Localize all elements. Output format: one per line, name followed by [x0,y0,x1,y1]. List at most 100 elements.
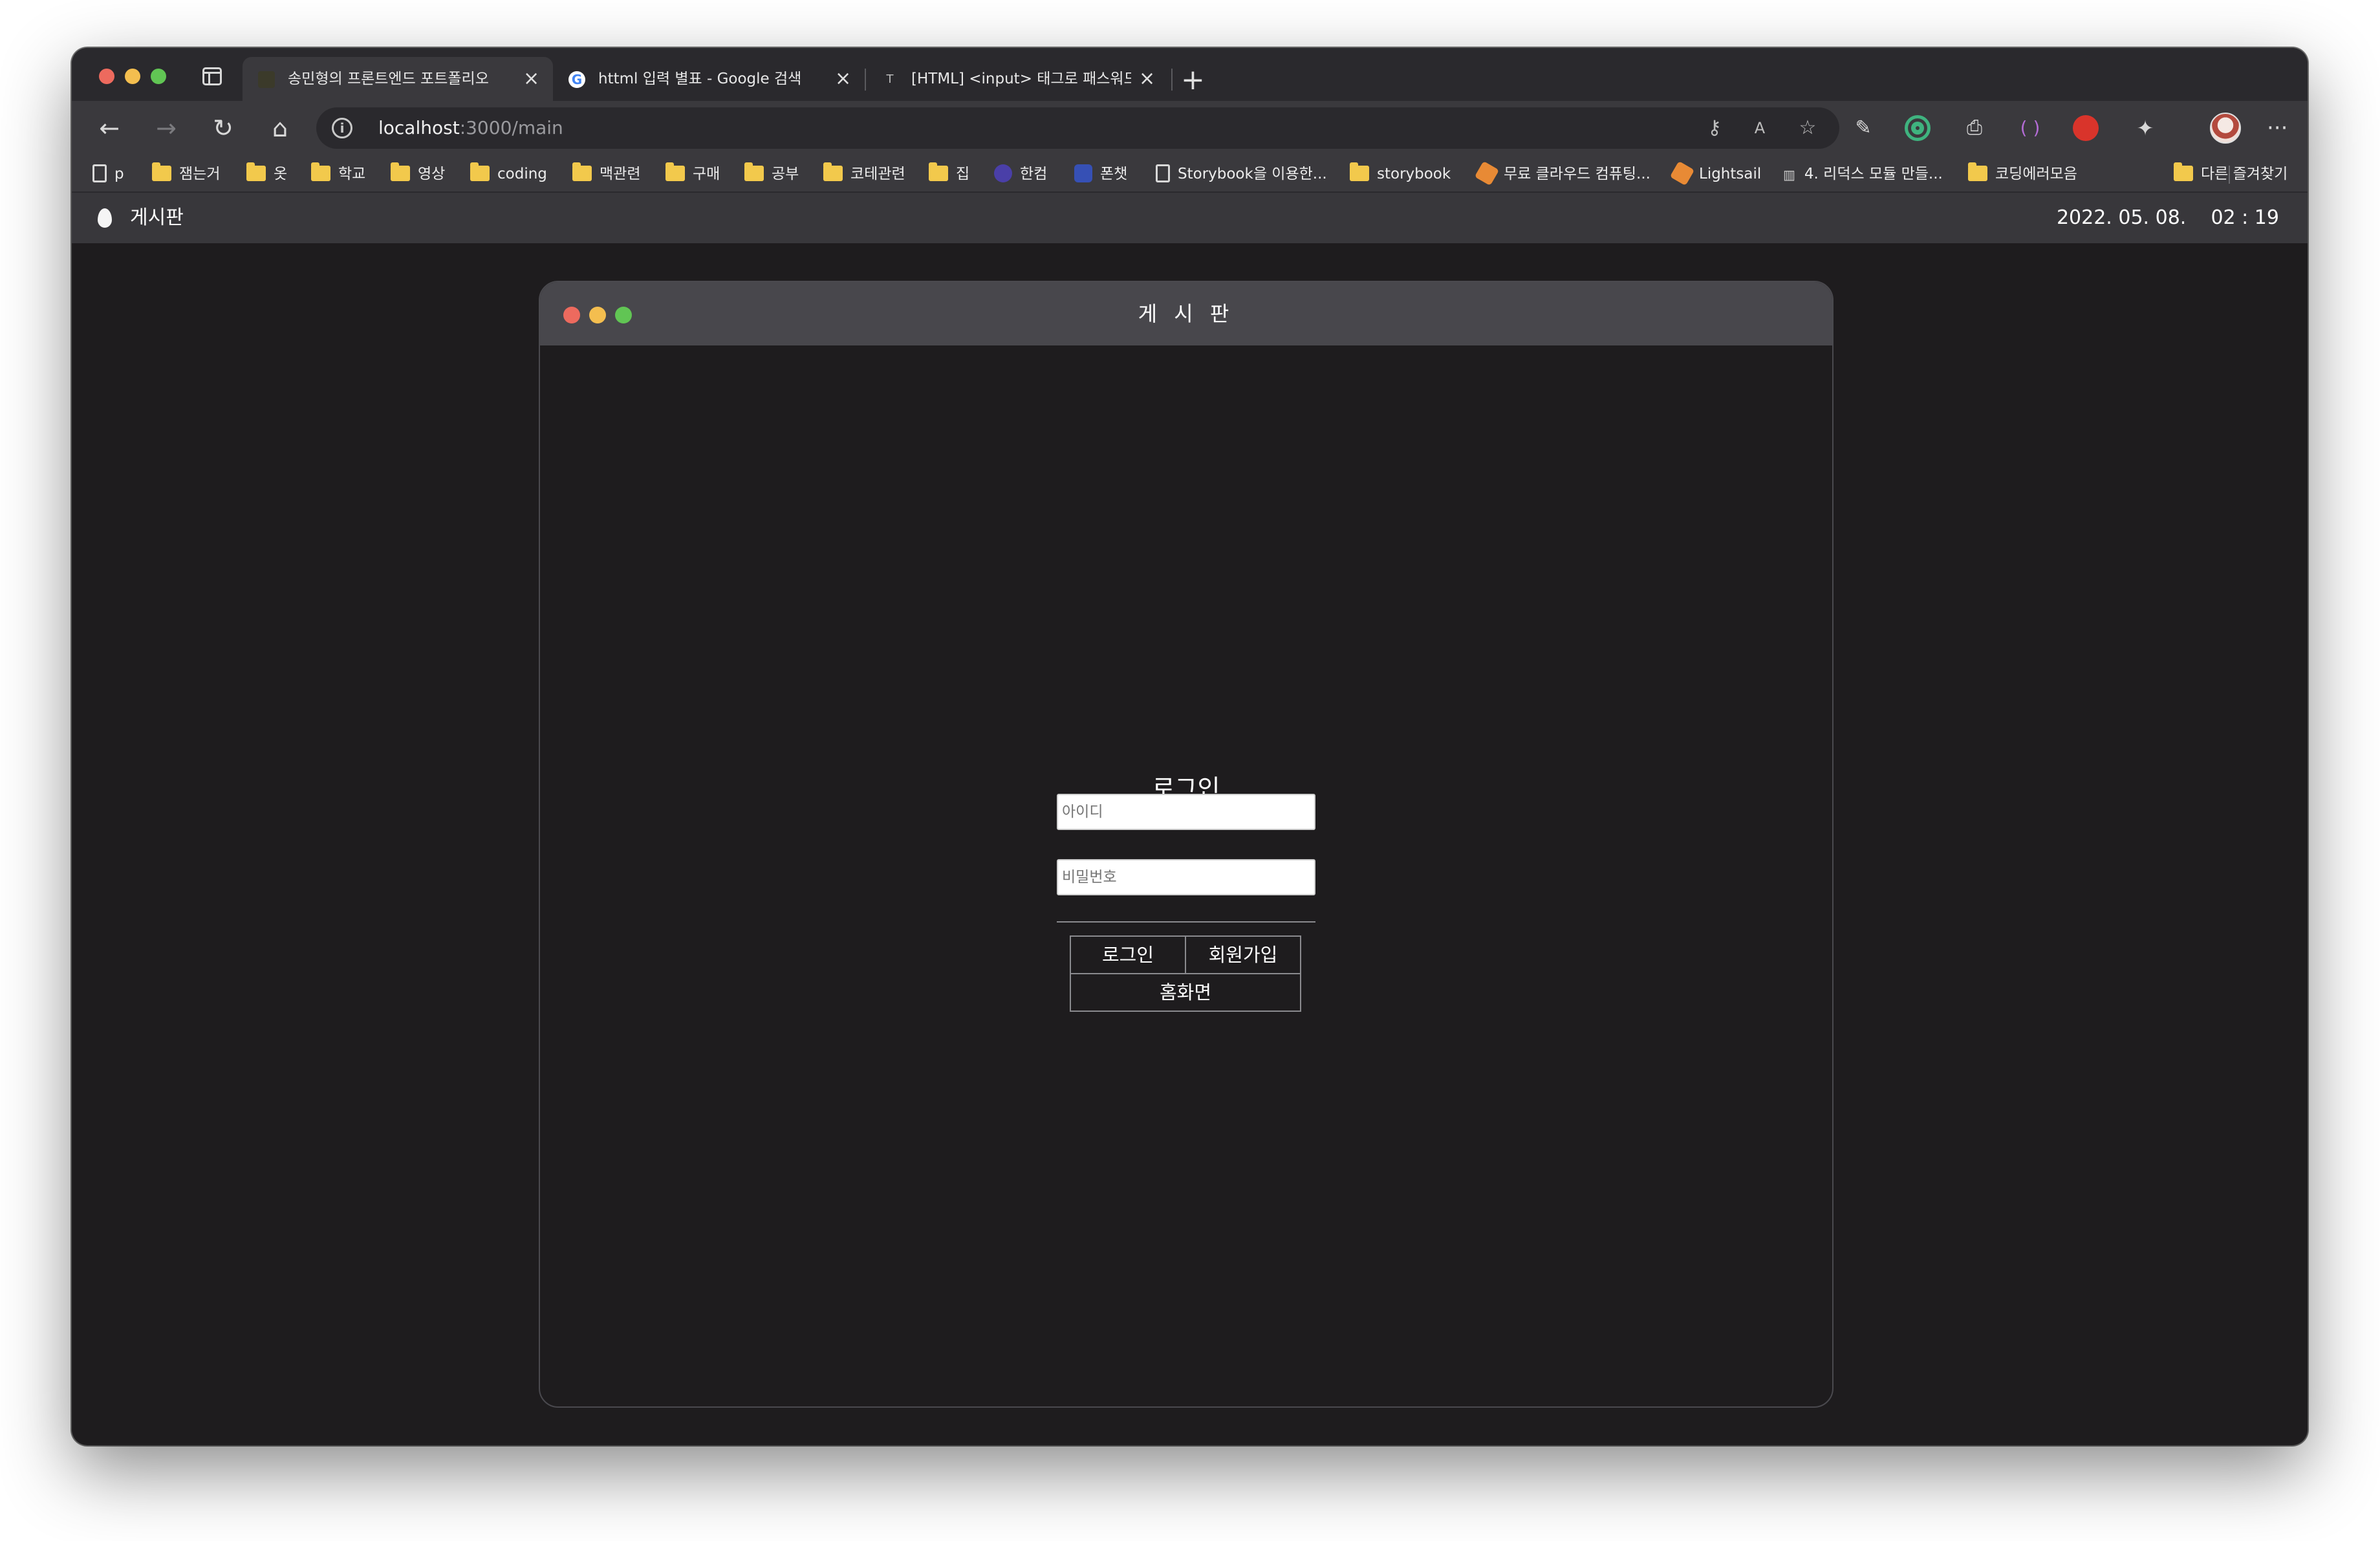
bookmark-label: 옷 [274,166,288,182]
bookmark-label: Storybook을 이용한... [1178,166,1327,182]
drop-logo-icon[interactable] [98,208,112,228]
window-minimize-button[interactable] [125,69,140,84]
bookmark-label: 집 [956,166,970,182]
bookmark-label: 코딩에러모음 [1995,166,2077,182]
site-info-icon[interactable]: i [332,118,352,138]
password-input[interactable] [1057,859,1315,895]
app-header: 게시판 2022. 05. 08. 02 : 19 [72,193,2308,243]
window-zoom-button[interactable] [151,69,166,84]
bookmark-label: 맥관련 [600,166,641,182]
bookmark-folder[interactable]: 구매 [665,155,720,193]
bookmark-item[interactable]: p [92,155,124,193]
bookmark-folder[interactable]: 맥관련 [572,155,640,193]
reload-icon[interactable]: ↻ [208,113,239,144]
bookmark-item[interactable]: 폰챗 [1074,155,1127,193]
url-path: :3000/main [459,117,563,138]
folder-icon [2174,162,2193,181]
forward-arrow-icon[interactable]: → [151,113,182,144]
back-arrow-icon[interactable]: ← [94,113,125,144]
tab-strip: 송민형의 프론트엔드 포트폴리오 × G httml 입력 별표 - Googl… [72,48,2308,101]
phonechat-icon [1074,164,1092,182]
pen-extension-icon[interactable]: ✎ [1848,113,1879,144]
address-bar[interactable]: i localhost:3000/main ⚷ A ☆ [316,107,1839,149]
bookmark-label: 잼는거 [179,166,221,182]
target-extension-icon[interactable] [1905,115,1931,141]
bookmark-folder[interactable]: 옷 [246,155,287,193]
tab-actions-icon[interactable] [202,67,222,85]
portfolio-favicon-icon [258,71,275,88]
tab-html-input[interactable]: T [HTML] <input> 태그로 패스워드 × [866,57,1176,101]
folder-icon [823,162,843,181]
close-icon[interactable]: × [1139,57,1155,101]
aws-icon [1474,160,1500,186]
bookmark-label: storybook [1377,166,1451,182]
bookmark-label: 무료 클라우드 컴퓨팅... [1504,166,1650,182]
browser-window: 송민형의 프론트엔드 포트폴리오 × G httml 입력 별표 - Googl… [72,48,2308,1445]
bookmark-label: 구매 [693,166,720,182]
bookmark-item[interactable]: 무료 클라우드 컴퓨팅... [1474,155,1650,193]
bookmark-folder[interactable]: 코딩에러모음 [1968,155,2077,193]
home-icon[interactable]: ⌂ [265,113,296,144]
bookmark-label: 영상 [418,166,446,182]
bookmark-item[interactable]: ▥ 4. 리덕스 모듈 만들... [1783,155,1943,193]
close-icon[interactable]: × [523,57,539,101]
stop-extension-icon[interactable] [2073,115,2099,141]
bookmark-label: p [114,166,124,182]
read-aloud-icon[interactable]: A [1747,115,1773,141]
folder-icon [152,162,171,181]
tab-title: 송민형의 프론트엔드 포트폴리오 [288,71,489,87]
tab-google-search[interactable]: G httml 입력 별표 - Google 검색 × [553,57,863,101]
login-button[interactable]: 로그인 [1070,935,1186,974]
extensions-puzzle-icon[interactable]: ✦ [2130,113,2161,144]
folder-icon [572,162,592,181]
new-tab-button[interactable]: + [1181,61,1205,100]
folder-icon [311,162,330,181]
bookmark-label: 코테관련 [850,166,905,182]
board-window-title: 게 시 판 [1138,301,1235,326]
google-favicon-icon: G [568,71,585,88]
tab-title: [HTML] <input> 태그로 패스워드 [911,71,1131,87]
printer-extension-icon[interactable]: ⎙ [1959,113,1990,144]
bookmark-folder[interactable]: 잼는거 [152,155,220,193]
bookmark-label: coding [497,166,547,182]
bookmark-folder[interactable]: coding [470,155,547,193]
bookmark-label: 한컴 [1020,166,1048,182]
bookmark-item[interactable]: Storybook을 이용한... [1156,155,1327,193]
add-favorite-icon[interactable]: ☆ [1795,115,1821,141]
bookmark-folder[interactable]: 집 [929,155,969,193]
hancom-icon [994,164,1012,182]
divider [1057,921,1315,923]
app-title[interactable]: 게시판 [130,193,184,243]
browser-toolbar: ← → ↻ ⌂ i localhost:3000/main ⚷ A ☆ ✎ ⎙ … [72,101,2308,155]
folder-icon [246,162,266,181]
folder-icon [744,162,764,181]
bookmark-label: Lightsail [1699,166,1762,182]
bracket-extension-icon[interactable]: ( ) [2015,113,2046,144]
other-bookmarks-folder[interactable]: 다른 즐겨찾기 [2174,155,2288,193]
bookmark-item[interactable]: Lightsail [1669,155,1762,193]
bookmark-folder[interactable]: 학교 [311,155,365,193]
book-icon: ▥ [1783,166,1795,182]
close-icon[interactable]: × [835,57,851,101]
bookmark-folder[interactable]: 공부 [744,155,799,193]
key-icon[interactable]: ⚷ [1702,115,1727,141]
bookmark-folder[interactable]: storybook [1350,155,1451,193]
bookmark-label: 공부 [772,166,799,182]
folder-icon [665,162,685,181]
bookmarks-bar: p 잼는거 옷 학교 영상 coding 맥관련 구매 공부 코테관련 집 한컴… [72,155,2308,193]
url-text[interactable]: localhost:3000/main [378,107,563,149]
bookmark-label: 4. 리덕스 모듈 만들... [1804,166,1943,182]
home-button[interactable]: 홈화면 [1070,973,1301,1012]
window-close-button[interactable] [99,69,114,84]
more-options-icon[interactable]: ··· [2267,113,2288,144]
id-input[interactable] [1057,794,1315,830]
signup-button[interactable]: 회원가입 [1185,935,1301,974]
bookmark-folder[interactable]: 코테관련 [823,155,905,193]
profile-avatar[interactable] [2210,113,2241,144]
tab-portfolio[interactable]: 송민형의 프론트엔드 포트폴리오 × [243,57,553,101]
bookmark-label: 폰챗 [1100,166,1128,182]
tab-title: httml 입력 별표 - Google 검색 [598,71,802,87]
bookmark-folder[interactable]: 영상 [391,155,445,193]
bookmark-item[interactable]: 한컴 [994,155,1047,193]
folder-icon [1350,162,1369,181]
